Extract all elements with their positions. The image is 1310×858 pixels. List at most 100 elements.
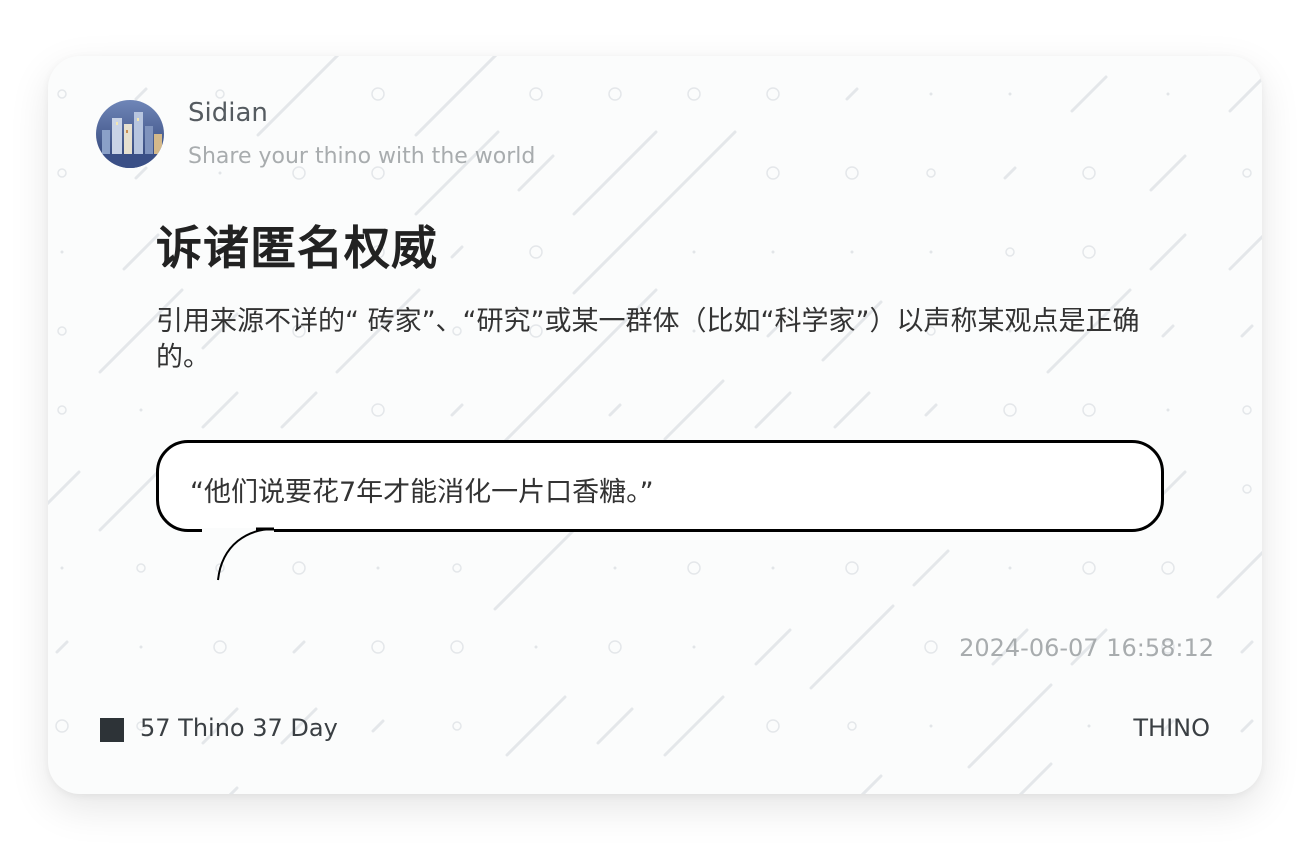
pattern-dash	[505, 695, 567, 757]
pattern-dot	[1166, 408, 1170, 412]
pattern-circle	[1082, 561, 1096, 575]
pattern-circle	[766, 719, 780, 733]
pattern-circle	[608, 640, 622, 654]
pattern-dot	[139, 645, 143, 649]
pattern-circle	[1082, 166, 1096, 180]
speech-bubble-tail	[217, 527, 275, 581]
pattern-dash	[48, 470, 81, 506]
pattern-circle	[687, 561, 701, 575]
pattern-dot	[1087, 724, 1091, 728]
pattern-dash	[663, 695, 725, 757]
pattern-dash	[608, 403, 622, 417]
pattern-dash	[572, 130, 658, 216]
pattern-dot	[850, 250, 854, 254]
pattern-dash	[754, 391, 792, 429]
pattern-circle	[57, 405, 67, 415]
pattern-dot	[929, 92, 933, 96]
pattern-dot	[60, 566, 64, 570]
pattern-dash	[663, 379, 725, 441]
pattern-circle	[1161, 561, 1175, 575]
pattern-dash	[1003, 166, 1017, 180]
pattern-dot	[376, 566, 380, 570]
pattern-circle	[1003, 403, 1017, 417]
pattern-circle	[55, 719, 69, 733]
pattern-circle	[450, 640, 464, 654]
pattern-dash	[596, 707, 634, 745]
pattern-dot	[139, 408, 143, 412]
pattern-circle	[57, 168, 67, 178]
pattern-dash	[450, 403, 464, 417]
pattern-dash	[1228, 234, 1262, 271]
pattern-dot	[1008, 566, 1012, 570]
pattern-dash	[1228, 76, 1262, 113]
note-title: 诉诸匿名权威	[156, 221, 438, 275]
pattern-dash	[1070, 75, 1108, 113]
pattern-circle	[529, 87, 543, 101]
pattern-dash	[414, 56, 498, 137]
pattern-circle	[529, 245, 543, 259]
pattern-circle	[847, 721, 857, 731]
quote-text: “他们说要花7年才能消化一片口香糖。”	[190, 477, 654, 508]
pattern-dot	[771, 250, 775, 254]
pattern-dash	[493, 367, 579, 453]
pattern-circle	[292, 561, 306, 575]
user-name: Sidian	[188, 98, 268, 128]
pattern-circle	[452, 721, 462, 731]
pattern-dash	[651, 130, 737, 216]
pattern-dash	[493, 525, 579, 611]
pattern-dash	[55, 640, 69, 654]
pattern-dash	[1240, 719, 1254, 733]
pattern-circle	[213, 640, 227, 654]
pattern-circle	[1082, 403, 1096, 417]
pattern-dot	[534, 645, 538, 649]
pattern-dash	[967, 683, 1053, 769]
brand-label: THINO	[1133, 714, 1210, 742]
pattern-circle	[57, 89, 67, 99]
pattern-dash	[228, 786, 239, 794]
pattern-dot	[692, 250, 696, 254]
pattern-dash	[754, 628, 792, 666]
pattern-circle	[215, 89, 225, 99]
pattern-circle	[1242, 484, 1252, 494]
pattern-circle	[926, 168, 936, 178]
pattern-dash	[924, 403, 938, 417]
pattern-circle	[766, 87, 780, 101]
pattern-circle	[924, 640, 938, 654]
pattern-dash	[450, 245, 464, 259]
pattern-circle	[57, 326, 67, 336]
pattern-circle	[371, 403, 385, 417]
pattern-dash	[371, 719, 385, 733]
pattern-circle	[452, 563, 462, 573]
pattern-dash	[1240, 324, 1254, 338]
pattern-circle	[136, 563, 146, 573]
user-tagline: Share your thino with the world	[188, 144, 536, 169]
pattern-dash	[1149, 154, 1187, 192]
pattern-circle	[1005, 247, 1015, 257]
pattern-circle	[687, 87, 701, 101]
pattern-dash	[860, 774, 883, 794]
pattern-circle	[1242, 168, 1252, 178]
pattern-dot	[771, 566, 775, 570]
pattern-circle	[766, 166, 780, 180]
pattern-dash	[809, 604, 895, 690]
pattern-dot	[613, 566, 617, 570]
pattern-dash	[1240, 640, 1254, 654]
pattern-circle	[1242, 405, 1252, 415]
pattern-circle	[845, 166, 859, 180]
pattern-circle	[845, 561, 859, 575]
avatar	[96, 100, 164, 168]
pattern-dash	[122, 233, 160, 271]
pattern-dash	[201, 391, 239, 429]
note-body: 引用来源不详的“ 砖家”、“研究”或某一群体（比如“科学家”）以声称某观点是正确…	[156, 306, 1140, 373]
pattern-dash	[912, 549, 950, 587]
thino-share-card: Sidian Share your thino with the world 诉…	[48, 56, 1262, 794]
pattern-dash	[280, 391, 318, 429]
pattern-dot	[1008, 92, 1012, 96]
pattern-circle	[371, 87, 385, 101]
pattern-dot	[60, 250, 64, 254]
cityscape-avatar-icon	[96, 100, 164, 168]
pattern-dot	[929, 250, 933, 254]
note-timestamp: 2024-06-07 16:58:12	[959, 634, 1214, 662]
pattern-dash	[833, 391, 871, 429]
pattern-dash	[256, 56, 340, 137]
